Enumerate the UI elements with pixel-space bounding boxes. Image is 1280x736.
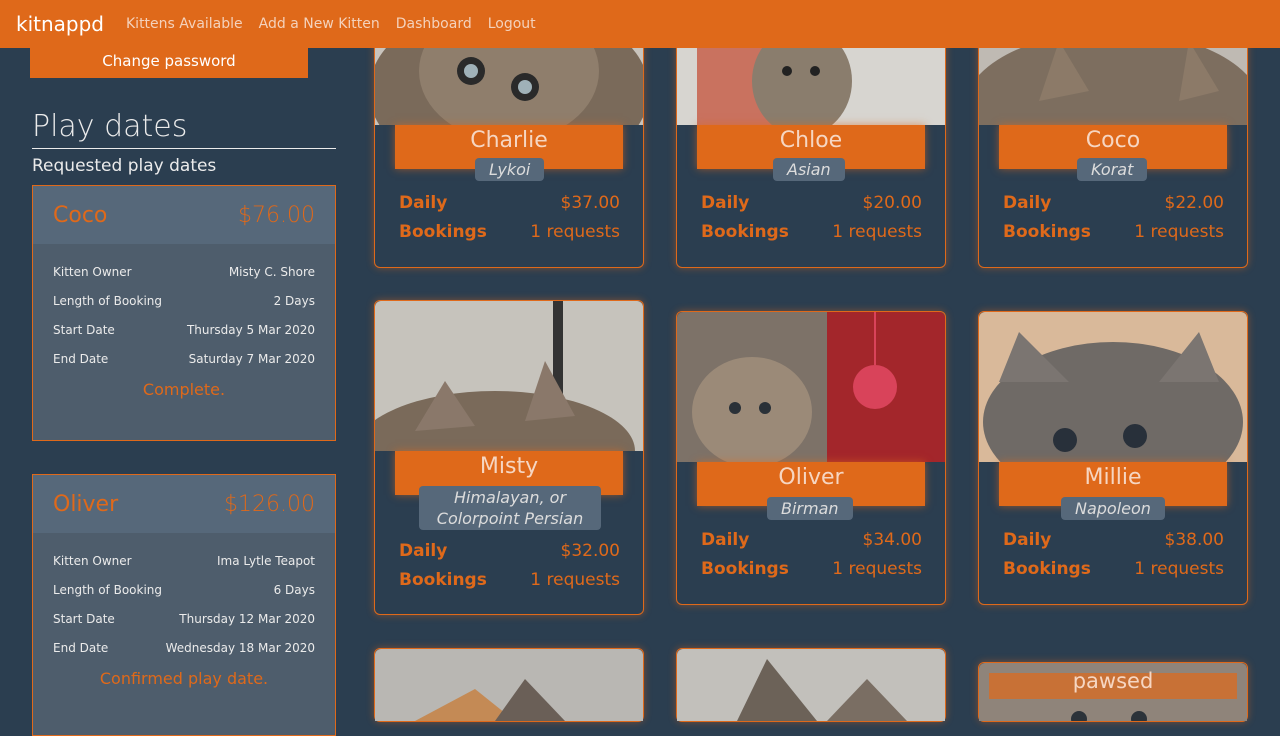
playdate-card: Oliver $126.00 Kitten Owner Ima Lytle Tea…: [32, 474, 336, 736]
start-row: Start Date Thursday 12 Mar 2020: [53, 605, 315, 634]
kitten-photo: [375, 649, 643, 721]
bookings-row: Bookings 1 requests: [701, 559, 922, 579]
bookings-value: 1 requests: [1134, 559, 1224, 579]
length-label: Length of Booking: [53, 294, 163, 308]
owner-value: Misty C. Shore: [228, 265, 315, 279]
kitten-breed-badge: Korat: [1077, 158, 1148, 181]
start-label: Start Date: [53, 612, 115, 626]
owner-label: Kitten Owner: [53, 265, 132, 279]
navbar: kitnappd Kittens Available Add a New Kit…: [0, 0, 1280, 48]
kitten-card-paused[interactable]: pawsed: [978, 662, 1248, 722]
kitten-breed-badge: Himalayan, or Colorpoint Persian: [419, 486, 601, 530]
bookings-value: 1 requests: [832, 559, 922, 579]
daily-value: $20.00: [862, 193, 922, 213]
bookings-label: Bookings: [1003, 222, 1091, 242]
playdate-kitten-name: Oliver: [53, 491, 119, 517]
bookings-row: Bookings 1 requests: [1003, 222, 1224, 242]
length-row: Length of Booking 6 Days: [53, 576, 315, 605]
play-dates-heading: Play dates: [32, 108, 336, 149]
kitten-card[interactable]: [676, 648, 946, 722]
daily-value: $37.00: [560, 193, 620, 213]
playdate-header: Oliver $126.00: [33, 475, 335, 533]
kitten-card[interactable]: [374, 648, 644, 722]
length-label: Length of Booking: [53, 583, 163, 597]
start-label: Start Date: [53, 323, 115, 337]
bookings-value: 1 requests: [832, 222, 922, 242]
playdate-card: Coco $76.00 Kitten Owner Misty C. Shore L…: [32, 185, 336, 441]
daily-rate-row: Daily $22.00: [1003, 193, 1224, 213]
playdate-price: $76.00: [238, 202, 315, 228]
daily-value: $32.00: [560, 541, 620, 561]
paused-label: pawsed: [1072, 669, 1154, 693]
length-value: 2 Days: [273, 294, 315, 308]
daily-rate-row: Daily $38.00: [1003, 530, 1224, 550]
kitten-photo: [677, 312, 945, 462]
end-value: Wednesday 18 Mar 2020: [165, 641, 315, 655]
daily-rate-row: Daily $20.00: [701, 193, 922, 213]
nav-kittens-available[interactable]: Kittens Available: [126, 16, 243, 32]
start-row: Start Date Thursday 5 Mar 2020: [53, 316, 315, 345]
daily-label: Daily: [399, 541, 448, 561]
length-value: 6 Days: [273, 583, 315, 597]
kitten-photo: [677, 649, 945, 721]
end-label: End Date: [53, 641, 109, 655]
kitten-breed-badge: Asian: [773, 158, 845, 181]
daily-label: Daily: [1003, 193, 1052, 213]
bookings-label: Bookings: [399, 570, 487, 590]
bookings-label: Bookings: [701, 222, 789, 242]
daily-rate-row: Daily $34.00: [701, 530, 922, 550]
kitten-breed-badge: Birman: [767, 497, 853, 520]
kitten-card-misty[interactable]: Misty Himalayan, or Colorpoint Persian D…: [374, 300, 644, 615]
owner-row: Kitten Owner Misty C. Shore: [53, 258, 315, 287]
bookings-row: Bookings 1 requests: [399, 570, 620, 590]
daily-label: Daily: [701, 193, 750, 213]
daily-value: $38.00: [1164, 530, 1224, 550]
playdate-status: Confirmed play date.: [99, 669, 269, 688]
daily-label: Daily: [399, 193, 448, 213]
owner-row: Kitten Owner Ima Lytle Teapot: [53, 547, 315, 576]
length-row: Length of Booking 2 Days: [53, 287, 315, 316]
owner-value: Ima Lytle Teapot: [216, 554, 315, 568]
kitten-photo: [979, 312, 1247, 462]
bookings-row: Bookings 1 requests: [1003, 559, 1224, 579]
end-label: End Date: [53, 352, 109, 366]
bookings-label: Bookings: [701, 559, 789, 579]
bookings-label: Bookings: [399, 222, 487, 242]
bookings-value: 1 requests: [530, 570, 620, 590]
owner-label: Kitten Owner: [53, 554, 132, 568]
end-value: Saturday 7 Mar 2020: [188, 352, 315, 366]
daily-rate-row: Daily $32.00: [399, 541, 620, 561]
end-row: End Date Saturday 7 Mar 2020: [53, 345, 315, 374]
daily-rate-row: Daily $37.00: [399, 193, 620, 213]
daily-value: $22.00: [1164, 193, 1224, 213]
end-row: End Date Wednesday 18 Mar 2020: [53, 634, 315, 663]
daily-label: Daily: [1003, 530, 1052, 550]
bookings-value: 1 requests: [530, 222, 620, 242]
daily-value: $34.00: [862, 530, 922, 550]
bookings-row: Bookings 1 requests: [701, 222, 922, 242]
nav-dashboard[interactable]: Dashboard: [396, 16, 472, 32]
playdate-header: Coco $76.00: [33, 186, 335, 244]
requested-play-dates-heading: Requested play dates: [32, 156, 217, 176]
bookings-row: Bookings 1 requests: [399, 222, 620, 242]
playdate-price: $126.00: [224, 491, 315, 517]
kitten-breed-badge: Lykoi: [475, 158, 545, 181]
kitten-card-millie[interactable]: Millie Napoleon Daily $38.00 Bookings 1 re…: [978, 311, 1248, 605]
bookings-label: Bookings: [1003, 559, 1091, 579]
kitten-card-oliver[interactable]: Oliver Birman Daily $34.00 Bookings 1 requ…: [676, 311, 946, 605]
playdate-status: Complete.: [142, 380, 226, 399]
start-value: Thursday 12 Mar 2020: [179, 612, 315, 626]
bookings-value: 1 requests: [1134, 222, 1224, 242]
brand-logo[interactable]: kitnappd: [16, 12, 104, 36]
start-value: Thursday 5 Mar 2020: [186, 323, 315, 337]
nav-add-kitten[interactable]: Add a New Kitten: [259, 16, 380, 32]
playdate-kitten-name: Coco: [53, 202, 108, 228]
daily-label: Daily: [701, 530, 750, 550]
nav-logout[interactable]: Logout: [488, 16, 536, 32]
kitten-breed-badge: Napoleon: [1061, 497, 1165, 520]
kitten-photo: [375, 301, 643, 451]
